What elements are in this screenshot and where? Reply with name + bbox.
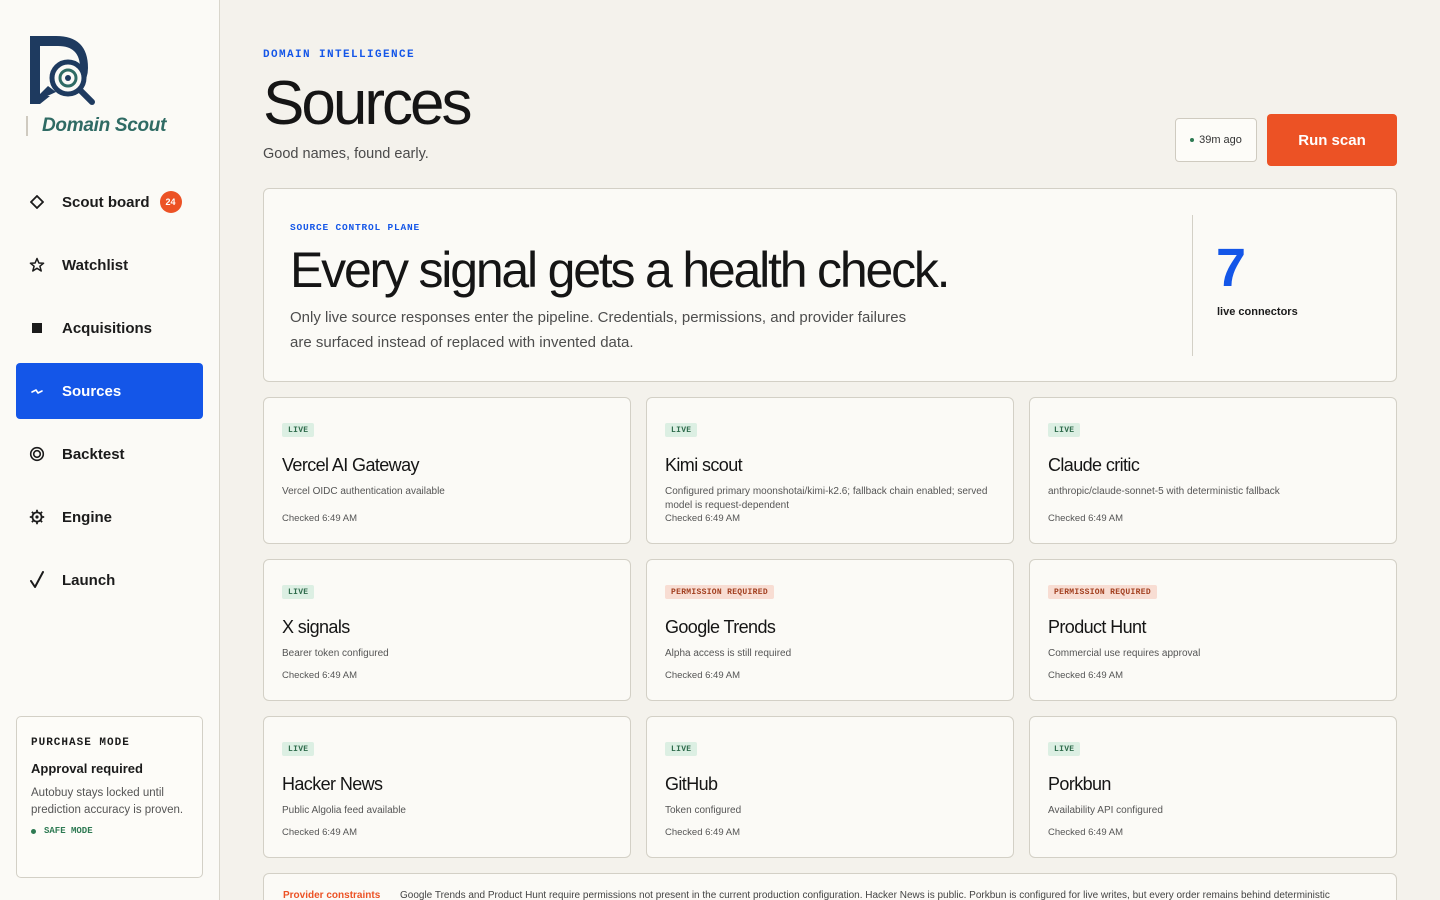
source-checked-time: Checked 6:49 AM xyxy=(282,827,357,838)
source-control-panel: SOURCE CONTROL PLANE Every signal gets a… xyxy=(263,188,1397,382)
live-connector-label: live connectors xyxy=(1217,306,1298,318)
provider-constraints-panel: Provider constraints Google Trends and P… xyxy=(263,873,1397,900)
nav-item-watchlist[interactable]: Watchlist xyxy=(16,237,203,293)
source-checked-time: Checked 6:49 AM xyxy=(1048,827,1123,838)
source-name: Claude critic xyxy=(1048,455,1140,475)
nav-item-acquisitions[interactable]: Acquisitions xyxy=(16,300,203,356)
source-detail: Vercel OIDC authentication available xyxy=(282,486,445,497)
status-tag: LIVE xyxy=(1048,742,1081,756)
source-checked-time: Checked 6:49 AM xyxy=(1048,670,1123,681)
nav-item-sources[interactable]: Sources xyxy=(16,363,203,419)
source-name: Vercel AI Gateway xyxy=(282,455,419,475)
page-subtitle: Good names, found early. xyxy=(263,146,429,162)
check-icon xyxy=(28,571,46,589)
safe-mode-label: SAFE MODE xyxy=(44,826,93,836)
status-tag: PERMISSION REQUIRED xyxy=(1048,585,1157,599)
nav-label: Acquisitions xyxy=(62,319,153,337)
nav-label: Sources xyxy=(62,382,122,400)
gear-icon xyxy=(28,508,46,526)
source-name: GitHub xyxy=(665,774,718,794)
nav-label: Backtest xyxy=(62,445,125,463)
page-eyebrow: DOMAIN INTELLIGENCE xyxy=(263,49,416,61)
run-scan-button[interactable]: Run scan xyxy=(1267,114,1397,166)
main-nav: Scout board 24 Watchlist Acquisitions So… xyxy=(16,174,203,615)
source-checked-time: Checked 6:49 AM xyxy=(282,513,357,524)
nav-label: Launch xyxy=(62,571,116,589)
status-tag: PERMISSION REQUIRED xyxy=(665,585,774,599)
safe-mode-indicator: SAFE MODE xyxy=(31,826,188,836)
source-card-vercel-ai-gateway[interactable]: LIVE Vercel AI Gateway Vercel OIDC authe… xyxy=(263,397,631,544)
source-name: Product Hunt xyxy=(1048,617,1146,637)
star-icon xyxy=(28,256,46,274)
source-detail: Public Algolia feed available xyxy=(282,805,406,816)
constraints-label: Provider constraints xyxy=(283,890,381,900)
last-scan-status: 39m ago xyxy=(1175,118,1257,162)
status-tag: LIVE xyxy=(282,585,315,599)
constraints-text: Google Trends and Product Hunt require p… xyxy=(400,890,1330,900)
nav-item-engine[interactable]: Engine xyxy=(16,489,203,545)
source-card-claude-critic[interactable]: LIVE Claude critic anthropic/claude-sonn… xyxy=(1029,397,1397,544)
status-dot-icon xyxy=(1190,138,1195,142)
source-checked-time: Checked 6:49 AM xyxy=(1048,513,1123,524)
page-title: Sources xyxy=(263,69,472,138)
live-connector-count: 7 xyxy=(1216,238,1247,298)
hero-divider xyxy=(1192,215,1193,356)
purchase-mode-panel: PURCHASE MODE Approval required Autobuy … xyxy=(16,716,203,878)
source-detail: Bearer token configured xyxy=(282,648,389,659)
source-name: Hacker News xyxy=(282,774,383,794)
target-icon xyxy=(28,445,46,463)
signal-icon xyxy=(28,382,46,400)
brand-name: Domain Scout xyxy=(42,115,167,136)
status-tag: LIVE xyxy=(282,742,315,756)
count-badge: 24 xyxy=(159,191,182,213)
square-icon xyxy=(28,319,46,337)
source-name: Kimi scout xyxy=(665,455,743,475)
source-detail: anthropic/claude-sonnet-5 with determini… xyxy=(1048,486,1280,497)
sidebar: Domain Scout Scout board 24 Watchlist Ac… xyxy=(0,0,220,900)
source-card-x-signals[interactable]: LIVE X signals Bearer token configured C… xyxy=(263,559,631,701)
source-detail: Alpha access is still required xyxy=(665,648,792,659)
source-checked-time: Checked 6:49 AM xyxy=(665,827,740,838)
hero-eyebrow: SOURCE CONTROL PLANE xyxy=(290,222,421,233)
source-detail: Configured primary moonshotai/kimi-k2.6;… xyxy=(665,486,988,511)
logo-divider xyxy=(26,116,28,136)
nav-item-scout-board[interactable]: Scout board 24 xyxy=(16,174,203,230)
nav-label: Scout board xyxy=(62,193,150,211)
status-tag: LIVE xyxy=(665,423,698,437)
source-card-porkbun[interactable]: LIVE Porkbun Availability API configured… xyxy=(1029,716,1397,858)
source-card-product-hunt[interactable]: PERMISSION REQUIRED Product Hunt Commerc… xyxy=(1029,559,1397,701)
source-detail: Availability API configured xyxy=(1048,805,1163,816)
status-tag: LIVE xyxy=(665,742,698,756)
hero-description: Only live source responses enter the pip… xyxy=(290,309,907,351)
last-scan-time: 39m ago xyxy=(1199,134,1242,146)
source-checked-time: Checked 6:49 AM xyxy=(282,670,357,681)
main-content: DOMAIN INTELLIGENCE Sources Good names, … xyxy=(263,0,1397,900)
source-checked-time: Checked 6:49 AM xyxy=(665,670,740,681)
status-dot-icon xyxy=(31,828,36,834)
nav-label: Engine xyxy=(62,508,113,526)
source-checked-time: Checked 6:49 AM xyxy=(665,513,740,524)
brand-logo[interactable]: Domain Scout xyxy=(26,34,206,144)
status-tag: LIVE xyxy=(282,423,315,437)
source-card-hacker-news[interactable]: LIVE Hacker News Public Algolia feed ava… xyxy=(263,716,631,858)
purchase-mode-description: Autobuy stays locked until prediction ac… xyxy=(31,787,184,816)
nav-label: Watchlist xyxy=(62,256,129,274)
source-name: Porkbun xyxy=(1048,774,1111,794)
hero-title: Every signal gets a health check. xyxy=(290,242,951,298)
status-tag: LIVE xyxy=(1048,423,1081,437)
nav-item-launch[interactable]: Launch xyxy=(16,552,203,608)
source-card-github[interactable]: LIVE GitHub Token configured Checked 6:4… xyxy=(646,716,1014,858)
nav-item-backtest[interactable]: Backtest xyxy=(16,426,203,482)
source-name: X signals xyxy=(282,617,350,637)
diamond-icon xyxy=(28,193,46,211)
source-card-kimi-scout[interactable]: LIVE Kimi scout Configured primary moons… xyxy=(646,397,1014,544)
purchase-mode-eyebrow: PURCHASE MODE xyxy=(31,737,130,749)
source-name: Google Trends xyxy=(665,617,776,637)
source-detail: Token configured xyxy=(665,805,742,816)
source-detail: Commercial use requires approval xyxy=(1048,648,1201,659)
purchase-mode-title: Approval required xyxy=(31,761,143,776)
logo-mark-icon xyxy=(30,36,95,105)
source-card-google-trends[interactable]: PERMISSION REQUIRED Google Trends Alpha … xyxy=(646,559,1014,701)
